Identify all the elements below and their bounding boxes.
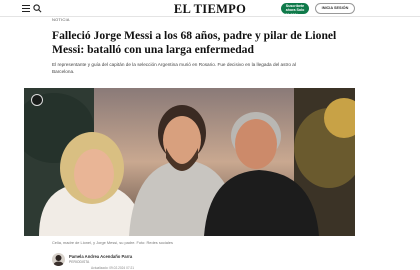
photo-caption: Celia, madre de Lionel, y Jorge Messi, s…: [52, 240, 173, 245]
image-gallery-icon[interactable]: [31, 94, 43, 106]
article-headline: Falleció Jorge Messi a los 68 años, padr…: [52, 29, 337, 56]
publish-date: Actualizado: 09.02.2024 07:21: [91, 266, 135, 270]
login-button[interactable]: INICIA SESIÓN: [315, 3, 355, 14]
photo-illustration: [24, 88, 355, 236]
section-label[interactable]: NOTICIA: [52, 17, 70, 22]
search-icon[interactable]: [33, 4, 42, 13]
author-avatar[interactable]: [52, 253, 65, 266]
hamburger-menu-icon[interactable]: [22, 5, 30, 12]
article-photo: [24, 88, 355, 236]
top-navigation-bar: EL TIEMPO Suscríbete ahora Solo $9.900/m…: [0, 0, 420, 17]
article-summary: El representante y guía del capitán de l…: [52, 62, 296, 74]
site-logo[interactable]: EL TIEMPO: [0, 2, 420, 17]
subscribe-button[interactable]: Suscríbete ahora Solo $9.900/mes: [281, 3, 309, 14]
author-name[interactable]: Pamela Andrea Acendaño Parra: [69, 254, 132, 259]
author-role: PERIODISTA: [69, 260, 90, 264]
